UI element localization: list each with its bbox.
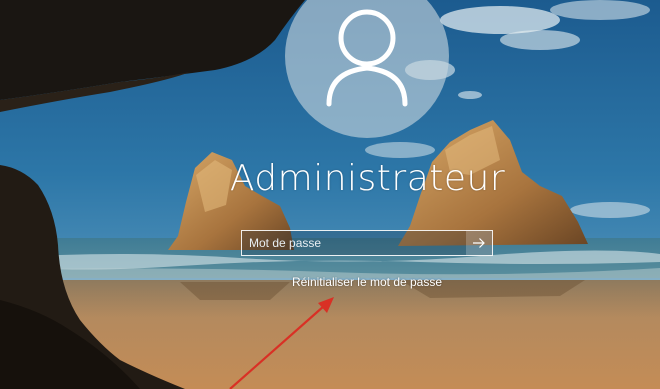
red-arrow-annotation xyxy=(229,297,334,389)
